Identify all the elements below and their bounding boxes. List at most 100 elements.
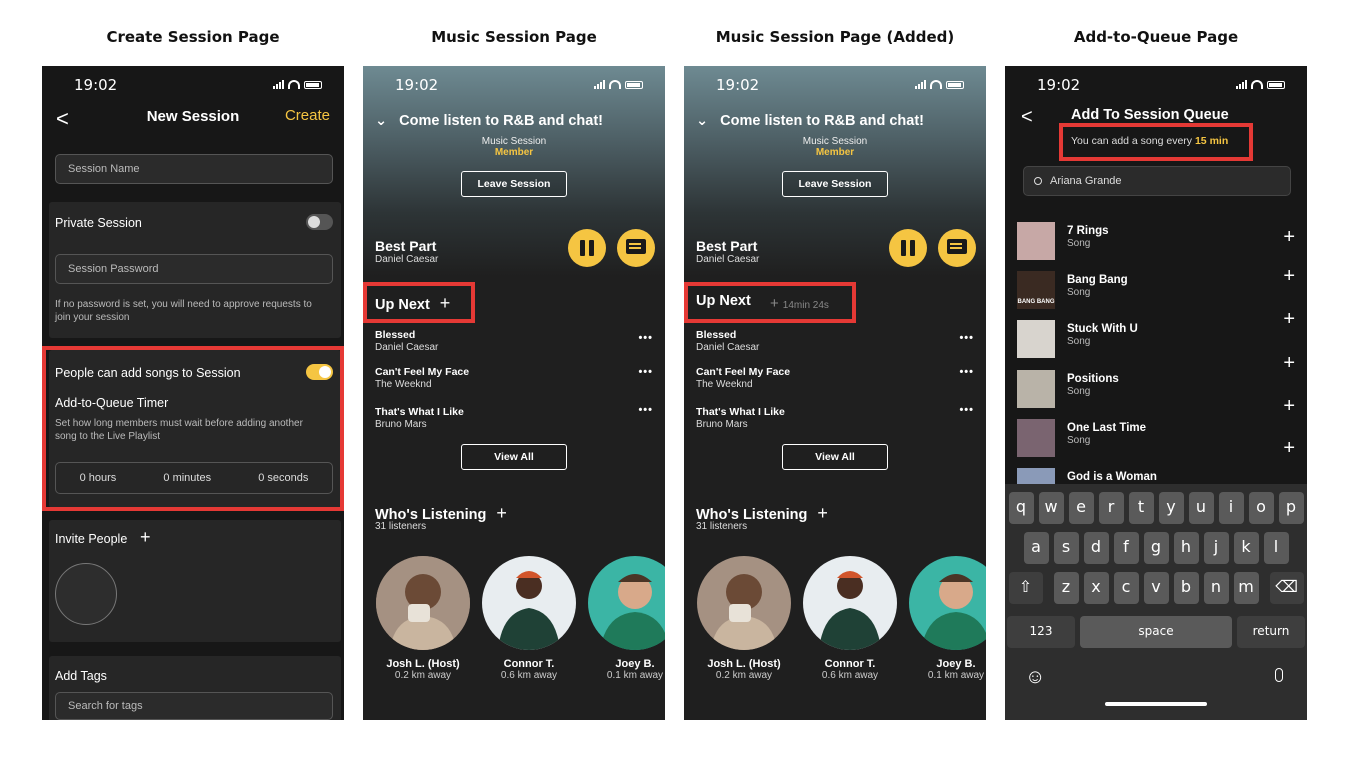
return-key[interactable]: return (1237, 616, 1305, 648)
up-next-heading: Up Next + (375, 293, 451, 313)
key-i[interactable]: i (1218, 492, 1244, 524)
result-type: Song (1067, 386, 1091, 397)
pause-button[interactable] (568, 229, 606, 267)
more-options-icon[interactable]: ••• (959, 366, 974, 378)
leave-session-button[interactable]: Leave Session (461, 171, 567, 197)
shift-key[interactable]: ⇧ (1008, 572, 1043, 604)
timer-seconds[interactable]: 0 seconds (258, 472, 308, 484)
back-button[interactable]: < (1021, 106, 1033, 129)
session-name-input[interactable]: Session Name (55, 154, 333, 184)
view-all-button[interactable]: View All (461, 444, 567, 470)
leave-session-button[interactable]: Leave Session (782, 171, 888, 197)
key-w[interactable]: w (1038, 492, 1064, 524)
tags-search-input[interactable]: Search for tags (55, 692, 333, 720)
invite-avatar-slot[interactable] (55, 563, 117, 625)
more-options-icon[interactable]: ••• (638, 366, 653, 378)
avatar (376, 556, 470, 650)
key-d[interactable]: d (1083, 532, 1109, 564)
add-song-plus-icon[interactable]: + (1283, 437, 1295, 460)
listener-card[interactable]: Joey B. 0.1 km away (588, 556, 665, 681)
timer-picker[interactable]: 0 hours 0 minutes 0 seconds (55, 462, 333, 494)
more-options-icon[interactable]: ••• (638, 332, 653, 344)
key-o[interactable]: o (1248, 492, 1274, 524)
search-result-row[interactable]: Stuck With U Song + (1017, 308, 1297, 360)
private-session-toggle[interactable] (306, 214, 333, 230)
key-z[interactable]: z (1053, 572, 1079, 604)
more-options-icon[interactable]: ••• (638, 404, 653, 416)
queue-item-title: Blessed (375, 329, 416, 341)
now-playing-artist: Daniel Caesar (696, 254, 760, 265)
album-art (1017, 370, 1055, 408)
chat-button[interactable] (617, 229, 655, 267)
key-e[interactable]: e (1068, 492, 1094, 524)
key-u[interactable]: u (1188, 492, 1214, 524)
invite-plus-icon[interactable]: + (817, 503, 828, 523)
backspace-key[interactable]: ⌫ (1269, 572, 1304, 604)
session-role: Member (494, 147, 534, 158)
search-result-row[interactable]: One Last Time Song + + (1017, 395, 1297, 460)
result-title: One Last Time (1067, 422, 1147, 434)
key-j[interactable]: j (1203, 532, 1229, 564)
search-result-row[interactable]: BANG BANG Bang Bang Song + (1017, 265, 1297, 311)
emoji-icon[interactable]: ☺ (1025, 666, 1045, 689)
key-k[interactable]: k (1233, 532, 1259, 564)
key-v[interactable]: v (1143, 572, 1169, 604)
rate-limit-note: You can add a song every 15 min (1071, 135, 1229, 147)
invite-plus-icon[interactable]: + (140, 527, 151, 548)
space-key[interactable]: space (1080, 616, 1232, 648)
key-b[interactable]: b (1173, 572, 1199, 604)
key-p[interactable]: p (1278, 492, 1304, 524)
add-song-plus-icon[interactable]: + (1283, 226, 1295, 249)
listener-card[interactable]: Josh L. (Host) 0.2 km away (376, 556, 470, 681)
search-result-row[interactable]: Positions Song + (1017, 352, 1297, 410)
listener-card[interactable]: Connor T. 0.6 km away (482, 556, 576, 681)
timer-minutes[interactable]: 0 minutes (163, 472, 211, 484)
view-all-button[interactable]: View All (782, 444, 888, 470)
key-x[interactable]: x (1083, 572, 1109, 604)
listener-card[interactable]: Joey B. 0.1 km away (909, 556, 986, 681)
more-options-icon[interactable]: ••• (959, 404, 974, 416)
key-s[interactable]: s (1053, 532, 1079, 564)
now-playing-artist: Daniel Caesar (375, 254, 439, 265)
add-song-plus-icon[interactable]: + (1283, 265, 1295, 288)
listener-card[interactable]: Connor T. 0.6 km away (803, 556, 897, 681)
chevron-down-icon[interactable]: ⌄ (696, 113, 708, 129)
add-song-plus-icon[interactable]: + (1283, 308, 1295, 331)
more-options-icon[interactable]: ••• (959, 332, 974, 344)
chevron-down-icon[interactable]: ⌄ (375, 113, 387, 129)
add-songs-toggle[interactable] (306, 364, 333, 380)
key-y[interactable]: y (1158, 492, 1184, 524)
result-type: Song (1067, 336, 1091, 347)
add-song-plus-icon[interactable]: + (1283, 352, 1295, 375)
column-title-add-queue: Add-to-Queue Page (1073, 28, 1239, 46)
key-c[interactable]: c (1113, 572, 1139, 604)
key-g[interactable]: g (1143, 532, 1169, 564)
key-r[interactable]: r (1098, 492, 1124, 524)
chat-icon (947, 239, 967, 254)
timer-hours[interactable]: 0 hours (80, 472, 117, 484)
search-result-row[interactable]: 7 Rings Song + (1017, 222, 1297, 262)
session-title[interactable]: ⌄ Come listen to R&B and chat! (696, 113, 924, 129)
key-a[interactable]: a (1023, 532, 1049, 564)
chat-button[interactable] (938, 229, 976, 267)
key-q[interactable]: q (1008, 492, 1034, 524)
pause-button[interactable] (889, 229, 927, 267)
add-to-queue-plus-icon[interactable]: + (440, 293, 451, 313)
key-h[interactable]: h (1173, 532, 1199, 564)
key-t[interactable]: t (1128, 492, 1154, 524)
key-f[interactable]: f (1113, 532, 1139, 564)
wifi-icon (609, 80, 621, 89)
key-n[interactable]: n (1203, 572, 1229, 604)
listener-card[interactable]: Josh L. (Host) 0.2 km away (697, 556, 791, 681)
create-button[interactable]: Create (285, 107, 330, 124)
invite-plus-icon[interactable]: + (496, 503, 507, 523)
session-title[interactable]: ⌄ Come listen to R&B and chat! (375, 113, 603, 129)
song-search-input[interactable]: Ariana Grande (1023, 166, 1291, 196)
add-song-plus-icon[interactable]: + (1283, 395, 1295, 418)
session-password-input[interactable]: Session Password (55, 254, 333, 284)
numbers-key[interactable]: 123 (1007, 616, 1075, 648)
key-l[interactable]: l (1263, 532, 1289, 564)
microphone-icon[interactable] (1275, 668, 1283, 682)
key-m[interactable]: m (1233, 572, 1259, 604)
listener-name: Connor T. (503, 658, 555, 670)
